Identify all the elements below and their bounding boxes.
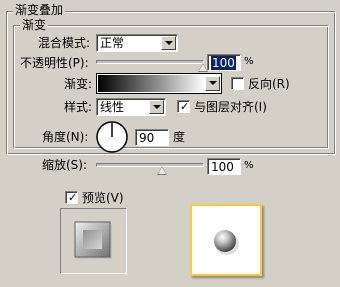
blend-mode-select[interactable]: 正常 xyxy=(96,34,178,52)
chevron-down-icon[interactable] xyxy=(149,100,164,114)
gradient-swatch[interactable] xyxy=(98,75,205,92)
preview-checkbox[interactable]: ✓ xyxy=(65,191,78,204)
angle-unit: 度 xyxy=(173,130,186,144)
reverse-label: 反向(R) xyxy=(248,77,290,91)
scale-input[interactable]: 100 xyxy=(207,158,241,175)
checkmark-icon: ✓ xyxy=(68,191,78,204)
align-with-layer-label: 与图层对齐(I) xyxy=(194,100,267,114)
preview-panel xyxy=(190,204,262,276)
chevron-down-icon[interactable] xyxy=(161,36,176,50)
preview-label: 预览(V) xyxy=(82,191,124,205)
style-label: 样式: xyxy=(64,100,93,114)
bevel-square-icon xyxy=(74,221,112,259)
opacity-value: 100 xyxy=(211,56,236,70)
sphere-preview-icon xyxy=(214,230,239,255)
gradient-label: 渐变: xyxy=(64,77,93,91)
gradient-dropdown-button[interactable] xyxy=(205,76,220,91)
scale-unit: % xyxy=(244,160,254,171)
angle-label: 角度(N): xyxy=(42,130,89,144)
opacity-slider-track[interactable] xyxy=(96,60,204,64)
scale-slider-track[interactable] xyxy=(96,163,204,167)
gradient-overlay-title: 渐变叠加 xyxy=(13,3,66,17)
opacity-unit: % xyxy=(244,56,254,67)
angle-dial[interactable] xyxy=(95,120,129,154)
gradient-section-title: 渐变 xyxy=(20,18,49,32)
blend-mode-value: 正常 xyxy=(100,36,125,50)
blend-mode-label: 混合模式: xyxy=(38,36,91,50)
angle-input[interactable]: 90 xyxy=(135,129,169,146)
scale-label: 缩放(S): xyxy=(42,158,88,172)
opacity-input[interactable]: 100 xyxy=(207,54,241,71)
style-select[interactable]: 线性 xyxy=(96,98,166,116)
style-thumbnail xyxy=(60,208,127,274)
gradient-picker[interactable] xyxy=(96,73,222,94)
scale-value: 100 xyxy=(211,160,234,174)
angle-dial-icon[interactable] xyxy=(95,120,129,154)
scale-slider-thumb[interactable] xyxy=(157,166,167,175)
reverse-checkbox[interactable] xyxy=(231,77,244,90)
opacity-label: 不透明性(P): xyxy=(20,56,89,70)
style-value: 线性 xyxy=(100,100,125,114)
checkmark-icon: ✓ xyxy=(180,100,190,113)
align-with-layer-checkbox[interactable]: ✓ xyxy=(177,100,190,113)
angle-value: 90 xyxy=(139,131,155,145)
